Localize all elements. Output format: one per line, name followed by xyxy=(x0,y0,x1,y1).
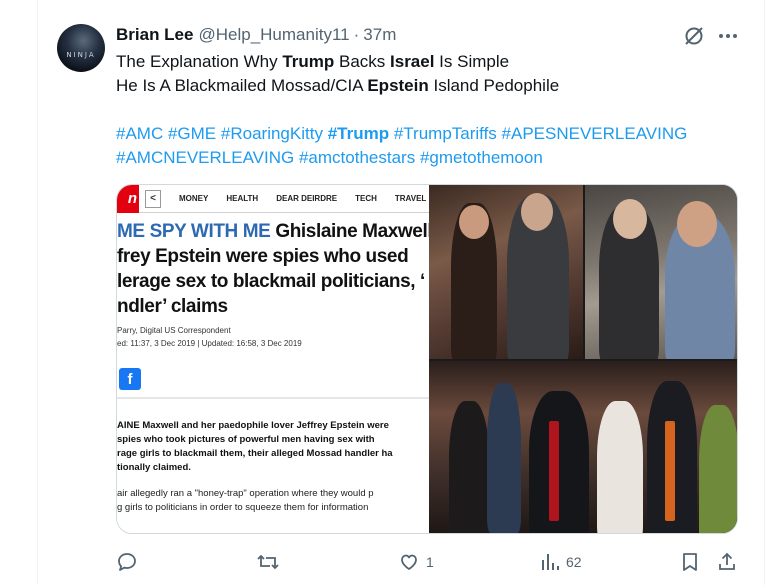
person-silhouette xyxy=(529,391,589,533)
hashtag-link[interactable]: #APESNEVERLEAVING xyxy=(502,124,688,143)
nav-item-money: MONEY xyxy=(179,194,209,203)
hashtag-link[interactable]: #GME xyxy=(168,124,216,143)
sun-logo: n xyxy=(117,185,139,213)
photo-top-left xyxy=(429,185,583,359)
views-button[interactable]: 62 xyxy=(540,548,582,576)
byline-author: Parry, Digital US Correspondent xyxy=(117,326,231,335)
share-icon xyxy=(719,552,735,570)
person-silhouette xyxy=(449,401,489,533)
analytics-icon xyxy=(542,554,559,570)
nav-item-health: HEALTH xyxy=(226,194,259,203)
tweet-text-line xyxy=(116,98,756,122)
tweet-text-line: The Explanation Why Trump Backs Israel I… xyxy=(116,50,756,74)
person-silhouette xyxy=(597,401,643,533)
timestamp[interactable]: 37m xyxy=(363,25,396,45)
hashtag-link[interactable]: #AMCNEVERLEAVING xyxy=(116,148,294,167)
body-line: g girls to politicians in order to squee… xyxy=(117,502,369,513)
person-silhouette xyxy=(487,383,521,533)
headline-kicker: ME SPY WITH ME xyxy=(117,221,271,242)
headline-text: Ghislaine Maxwell a xyxy=(275,221,429,242)
face-shape xyxy=(521,193,553,231)
text-segment: Is Simple xyxy=(434,52,510,71)
article-body: air allegedly ran a "honey-trap" operati… xyxy=(117,487,429,515)
separator-dot: · xyxy=(353,25,360,44)
tweet-text-line: #AMC #GME #RoaringKitty #Trump #TrumpTar… xyxy=(116,122,756,146)
bookmark-button[interactable] xyxy=(680,548,700,576)
reply-button[interactable] xyxy=(116,548,144,576)
article-navbar: n < MONEY HEALTH DEAR DEIRDRE TECH TRAVE… xyxy=(117,185,429,213)
headline-line: lerage sex to blackmail politicians, ‘ xyxy=(117,269,429,294)
hashtag-link[interactable]: #RoaringKitty xyxy=(221,124,323,143)
like-count: 1 xyxy=(426,554,434,570)
text-segment: Backs xyxy=(334,52,391,71)
tweet-text-line: He Is A Blackmailed Mossad/CIA Epstein I… xyxy=(116,74,756,98)
reply-icon xyxy=(118,553,136,571)
grok-icon[interactable] xyxy=(683,25,705,47)
headline-line: ndler’ claims xyxy=(117,294,429,319)
emphasized-text: Epstein xyxy=(367,76,429,95)
emphasized-text: Israel xyxy=(390,52,435,71)
lead-line: spies who took pictures of powerful men … xyxy=(117,434,375,445)
article-lead: AINE Maxwell and her paedophile lover Je… xyxy=(117,419,429,475)
hashtag-link[interactable]: #AMC xyxy=(116,124,163,143)
avatar-text: NINJA xyxy=(66,51,96,59)
timeline-border-left xyxy=(37,0,38,585)
nav-back-icon: < xyxy=(145,189,161,208)
tweet-media[interactable]: n < MONEY HEALTH DEAR DEIRDRE TECH TRAVE… xyxy=(116,184,738,534)
photo-bottom xyxy=(429,361,737,533)
face-shape xyxy=(677,201,717,247)
bookmark-icon xyxy=(683,553,697,571)
avatar[interactable]: NINJA xyxy=(57,24,105,72)
article-screenshot: n < MONEY HEALTH DEAR DEIRDRE TECH TRAVE… xyxy=(117,185,429,533)
hashtag-link[interactable]: #amctothestars xyxy=(299,148,415,167)
more-options-icon[interactable] xyxy=(716,25,740,47)
hashtag-link[interactable]: #TrumpTariffs xyxy=(394,124,497,143)
heart-icon xyxy=(401,554,417,570)
photo-top-right xyxy=(585,185,737,359)
nav-item-dear-deirdre: DEAR DEIRDRE xyxy=(276,194,338,203)
share-button[interactable] xyxy=(716,548,738,576)
tweet-header: Brian Lee @Help_Humanity11 · 37m xyxy=(116,24,396,46)
headline-text: frey Epstein were spies who used xyxy=(117,246,409,267)
nav-item-tech: TECH xyxy=(355,194,377,203)
headline-text: lerage sex to blackmail politicians, ‘ xyxy=(117,271,425,292)
hashtag-link[interactable]: #gmetothemoon xyxy=(420,148,543,167)
hashtag-link[interactable]: #Trump xyxy=(328,124,389,143)
timeline-border-right xyxy=(764,0,765,585)
like-button[interactable]: 1 xyxy=(398,548,434,576)
face-shape xyxy=(459,205,489,239)
emphasized-text: Trump xyxy=(282,52,335,71)
tweet-actions: 1 62 xyxy=(116,548,746,576)
tweet-text-line: #AMCNEVERLEAVING #amctothestars #gmetoth… xyxy=(116,146,756,170)
retweet-button[interactable] xyxy=(256,548,286,576)
display-name[interactable]: Brian Lee xyxy=(116,25,193,45)
text-segment: He Is A Blackmailed Mossad/CIA xyxy=(116,76,368,95)
person-silhouette xyxy=(699,405,737,533)
views-count: 62 xyxy=(566,554,582,570)
headline-text: ndler’ claims xyxy=(117,296,228,317)
headline-line: frey Epstein were spies who used xyxy=(117,244,429,269)
photo-collage xyxy=(429,185,737,533)
article-headline: ME SPY WITH ME Ghislaine Maxwell a frey … xyxy=(117,219,429,319)
text-segment: Island Pedophile xyxy=(428,76,560,95)
face-shape xyxy=(613,199,647,239)
retweet-icon xyxy=(257,554,279,570)
headline-line: ME SPY WITH ME Ghislaine Maxwell a xyxy=(117,219,429,244)
facebook-icon: f xyxy=(119,368,141,390)
text-segment: The Explanation Why xyxy=(116,52,283,71)
article-byline: Parry, Digital US Correspondent ed: 11:3… xyxy=(117,324,302,350)
tweet-text: The Explanation Why Trump Backs Israel I… xyxy=(116,50,756,170)
lead-line: rage girls to blackmail them, their alle… xyxy=(117,448,393,459)
lead-line: tionally claimed. xyxy=(117,462,191,473)
article-divider xyxy=(117,397,429,399)
user-handle[interactable]: @Help_Humanity11 xyxy=(198,25,349,45)
orange-tie xyxy=(665,421,675,521)
lead-line: AINE Maxwell and her paedophile lover Je… xyxy=(117,420,389,431)
red-tie xyxy=(549,421,559,521)
body-line: air allegedly ran a "honey-trap" operati… xyxy=(117,488,374,499)
byline-dates: ed: 11:37, 3 Dec 2019 | Updated: 16:58, … xyxy=(117,339,302,348)
nav-item-travel: TRAVEL xyxy=(394,194,427,203)
